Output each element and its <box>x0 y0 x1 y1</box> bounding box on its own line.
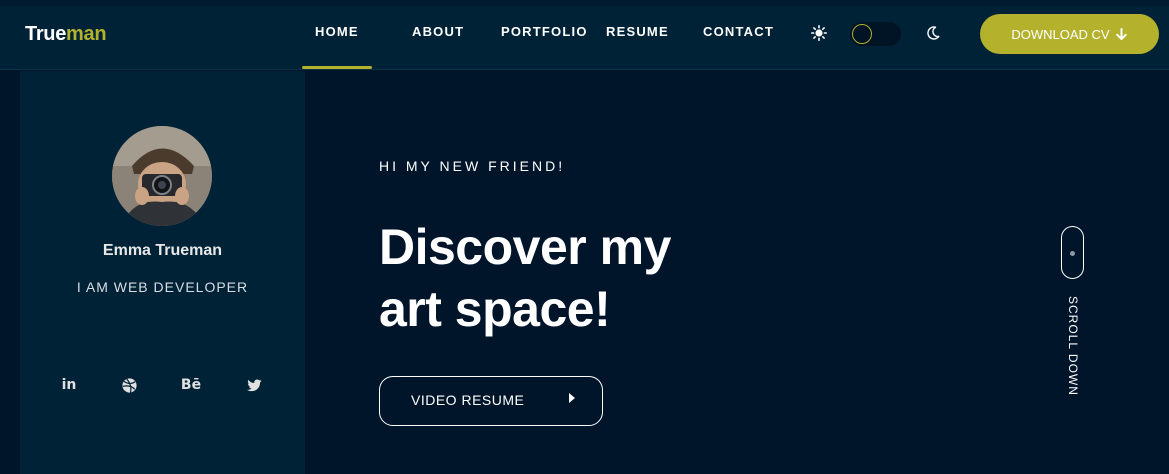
hero-headline-line-1: Discover my <box>379 219 671 275</box>
arrow-down-icon <box>1115 27 1127 40</box>
download-cv-button[interactable]: DOWNLOAD CV <box>980 14 1159 54</box>
nav-item-home[interactable]: HOME <box>315 24 359 39</box>
logo-part-2: man <box>66 23 107 45</box>
mouse-icon[interactable] <box>1061 226 1084 279</box>
linkedin-icon[interactable]: in <box>60 376 78 394</box>
behance-icon[interactable]: Bē <box>180 376 202 394</box>
profile-sidebar: Emma Trueman I AM WEB DEVELOPER in Bē <box>20 71 305 474</box>
linkedin-icon-text: in <box>61 377 77 393</box>
nav-item-about[interactable]: ABOUT <box>412 24 464 39</box>
download-cv-label: DOWNLOAD CV <box>1011 26 1110 42</box>
logo-part-1: True <box>25 23 67 45</box>
nav-item-resume[interactable]: RESUME <box>606 24 669 39</box>
active-nav-indicator <box>302 66 372 69</box>
video-resume-label: VIDEO RESUME <box>411 392 525 408</box>
avatar <box>112 126 212 226</box>
behance-icon-text: Bē <box>180 377 202 393</box>
twitter-glyph <box>246 378 262 391</box>
hero-greeting: HI MY NEW FRIEND! <box>379 158 566 174</box>
theme-toggle-knob <box>852 24 872 44</box>
profile-photo <box>112 126 212 226</box>
play-icon <box>569 393 575 403</box>
hero-headline-line-2: art space! <box>379 281 611 337</box>
dribbble-glyph <box>121 377 137 393</box>
profile-name: Emma Trueman <box>102 242 223 259</box>
mouse-wheel-dot <box>1070 251 1075 256</box>
site-logo[interactable]: Trueman <box>25 23 107 46</box>
sun-icon[interactable] <box>811 25 827 41</box>
nav-item-portfolio[interactable]: PORTFOLIO <box>501 24 588 39</box>
nav-item-contact[interactable]: CONTACT <box>703 24 774 39</box>
dribbble-icon[interactable] <box>120 376 138 394</box>
profile-role: I AM WEB DEVELOPER <box>76 279 249 295</box>
scroll-down-label[interactable]: SCROLL DOWN <box>1066 296 1080 396</box>
theme-toggle[interactable] <box>850 22 901 46</box>
twitter-icon[interactable] <box>245 376 263 394</box>
site-header: Trueman HOME ABOUT PORTFOLIO RESUME CONT… <box>0 6 1169 70</box>
hero-headline: Discover my art space! <box>379 216 671 340</box>
moon-icon[interactable] <box>925 25 941 41</box>
video-resume-button[interactable]: VIDEO RESUME <box>379 376 603 426</box>
